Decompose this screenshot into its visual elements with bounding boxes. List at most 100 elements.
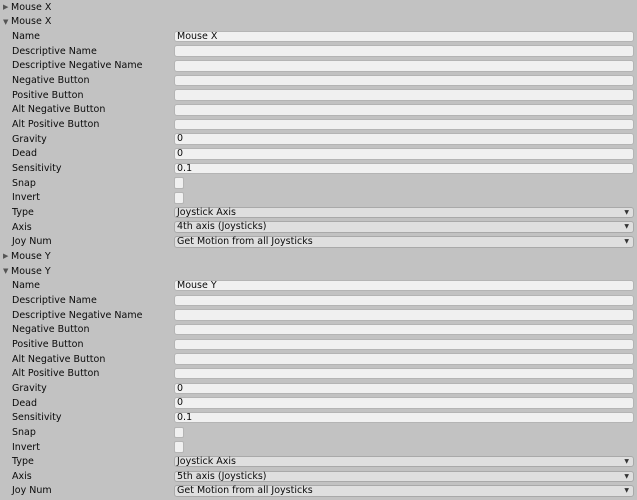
field-label: Sensitivity (12, 412, 62, 424)
triangle-right-icon[interactable]: ▶ (3, 252, 8, 260)
axis-title: Mouse Y (11, 265, 51, 277)
dead-input[interactable]: 0 (174, 148, 634, 160)
field-row-axis: Axis 5th axis (Joysticks) ▼ (0, 469, 637, 484)
negative-button-input[interactable] (174, 323, 634, 336)
gravity-input[interactable]: 0 (174, 133, 634, 145)
field-label: Sensitivity (12, 163, 62, 175)
field-row-sensitivity: Sensitivity 0.1 (0, 161, 637, 176)
alt-positive-button-input[interactable] (174, 118, 634, 131)
field-row-positive-button: Positive Button (0, 88, 637, 103)
positive-button-input[interactable] (174, 89, 634, 101)
gravity-input[interactable]: 0 (174, 382, 634, 395)
dropdown-value: 4th axis (Joysticks) (177, 221, 267, 233)
field-label: Gravity (12, 382, 47, 394)
field-row-alt-negative-button: Alt Negative Button (0, 103, 637, 118)
field-row-name: Name Mouse X (0, 29, 637, 44)
axis-dropdown[interactable]: 4th axis (Joysticks) ▼ (174, 221, 634, 233)
field-label: Positive Button (12, 89, 84, 101)
positive-button-input[interactable] (174, 338, 634, 351)
field-label: Descriptive Negative Name (12, 309, 143, 321)
axis-dropdown[interactable]: 5th axis (Joysticks) ▼ (174, 470, 634, 482)
field-label: Alt Positive Button (12, 119, 100, 131)
field-label: Axis (12, 470, 32, 482)
triangle-down-icon[interactable]: ▼ (3, 267, 8, 275)
descriptive-name-input[interactable] (174, 45, 634, 57)
axis-header[interactable]: ▶ Mouse X (0, 0, 637, 15)
field-row-invert: Invert (0, 191, 637, 206)
dropdown-arrow-icon: ▼ (624, 238, 629, 245)
dropdown-arrow-icon: ▼ (624, 223, 629, 231)
field-row-descriptive-name: Descriptive Name (0, 293, 637, 308)
field-row-positive-button: Positive Button (0, 337, 637, 352)
alt-positive-button-input[interactable] (174, 367, 634, 380)
field-label: Descriptive Name (12, 45, 97, 57)
field-label: Invert (12, 192, 40, 204)
descriptive-name-input[interactable] (174, 294, 634, 307)
alt-negative-button-input[interactable] (174, 104, 634, 116)
axis-title: Mouse Y (11, 250, 51, 262)
field-label: Descriptive Name (12, 294, 97, 306)
field-row-invert: Invert (0, 440, 637, 455)
field-label: Dead (12, 148, 38, 160)
field-row-negative-button: Negative Button (0, 322, 637, 337)
field-row-joy-num: Joy Num Get Motion from all Joysticks ▼ (0, 484, 637, 499)
field-row-name: Name Mouse Y (0, 278, 637, 293)
sensitivity-input[interactable]: 0.1 (174, 162, 634, 175)
invert-checkbox[interactable] (174, 192, 184, 204)
joy-num-dropdown[interactable]: Get Motion from all Joysticks ▼ (174, 236, 634, 248)
dropdown-value: Joystick Axis (177, 455, 237, 467)
dropdown-value: 5th axis (Joysticks) (177, 470, 267, 482)
field-row-type: Type Joystick Axis ▼ (0, 454, 637, 469)
field-label: Alt Negative Button (12, 104, 106, 116)
triangle-down-icon[interactable]: ▼ (3, 18, 8, 26)
axis-header[interactable]: ▼ Mouse Y (0, 264, 637, 279)
field-row-axis: Axis 4th axis (Joysticks) ▼ (0, 220, 637, 235)
axis-title: Mouse X (11, 16, 52, 28)
descriptive-negative-name-input[interactable] (174, 309, 634, 321)
dropdown-value: Get Motion from all Joysticks (177, 236, 313, 247)
field-row-descriptive-negative-name: Descriptive Negative Name (0, 308, 637, 323)
field-label: Axis (12, 221, 32, 233)
field-row-snap: Snap (0, 425, 637, 440)
field-row-descriptive-negative-name: Descriptive Negative Name (0, 59, 637, 74)
field-label: Joy Num (12, 236, 52, 248)
field-label: Snap (12, 426, 36, 438)
type-dropdown[interactable]: Joystick Axis ▼ (174, 455, 634, 468)
alt-negative-button-input[interactable] (174, 353, 634, 365)
field-label: Type (12, 456, 34, 468)
field-row-alt-negative-button: Alt Negative Button (0, 352, 637, 367)
field-row-type: Type Joystick Axis ▼ (0, 205, 637, 220)
name-input[interactable]: Mouse X (174, 30, 634, 43)
sensitivity-input[interactable]: 0.1 (174, 411, 634, 424)
dead-input[interactable]: 0 (174, 397, 634, 409)
snap-checkbox[interactable] (174, 177, 184, 189)
negative-button-input[interactable] (174, 74, 634, 87)
field-row-gravity: Gravity 0 (0, 132, 637, 147)
field-row-dead: Dead 0 (0, 147, 637, 162)
axis-header[interactable]: ▼ Mouse X (0, 15, 637, 30)
field-row-negative-button: Negative Button (0, 73, 637, 88)
descriptive-negative-name-input[interactable] (174, 60, 634, 72)
field-row-snap: Snap (0, 176, 637, 191)
field-label: Descriptive Negative Name (12, 60, 143, 72)
axis-title: Mouse X (11, 1, 52, 13)
field-label: Positive Button (12, 338, 84, 350)
field-label: Alt Negative Button (12, 353, 106, 365)
joy-num-dropdown[interactable]: Get Motion from all Joysticks ▼ (174, 485, 634, 497)
invert-checkbox[interactable] (174, 441, 184, 453)
field-label: Snap (12, 177, 36, 189)
dropdown-arrow-icon: ▼ (624, 472, 629, 480)
axis-header[interactable]: ▶ Mouse Y (0, 249, 637, 264)
field-label: Alt Positive Button (12, 368, 100, 380)
field-label: Gravity (12, 133, 47, 145)
triangle-right-icon[interactable]: ▶ (3, 3, 8, 11)
snap-checkbox[interactable] (174, 426, 184, 439)
type-dropdown[interactable]: Joystick Axis ▼ (174, 206, 634, 219)
field-row-alt-positive-button: Alt Positive Button (0, 366, 637, 381)
dropdown-arrow-icon: ▼ (624, 457, 629, 465)
field-row-sensitivity: Sensitivity 0.1 (0, 410, 637, 425)
name-input[interactable]: Mouse Y (174, 279, 634, 292)
field-label: Invert (12, 441, 40, 453)
field-label: Negative Button (12, 75, 90, 87)
field-label: Name (12, 31, 41, 43)
